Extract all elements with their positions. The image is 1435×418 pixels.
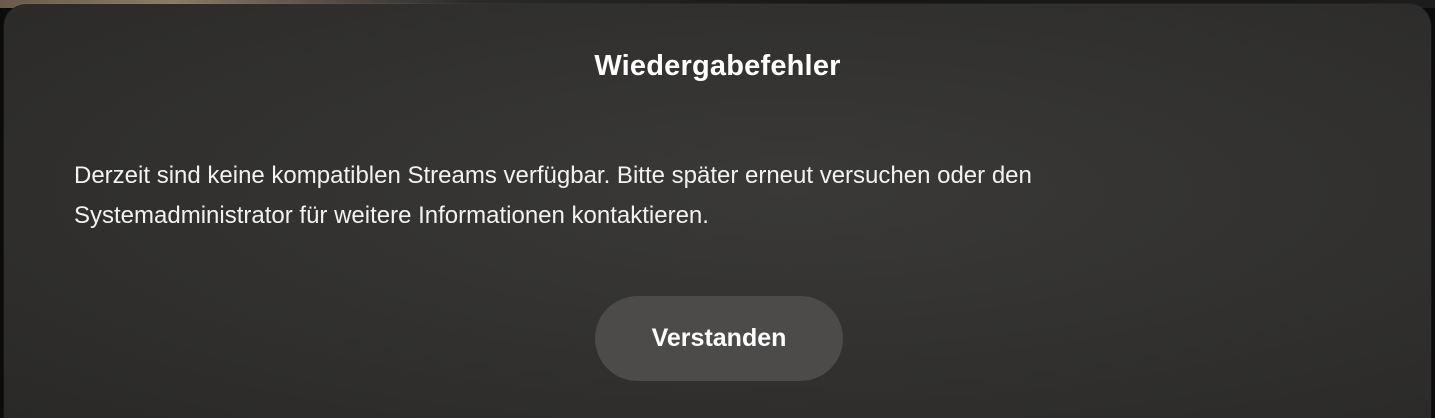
dialog-title: Wiedergabefehler [594,50,841,82]
dialog-message: Derzeit sind keine kompatiblen Streams v… [74,156,1274,236]
dialog-message-line-1: Derzeit sind keine kompatiblen Streams v… [74,162,1032,189]
error-dialog: Wiedergabefehler Derzeit sind keine komp… [4,4,1431,418]
dialog-message-line-2: Systemadministrator für weitere Informat… [74,202,709,229]
understood-button[interactable]: Verstanden [595,296,843,381]
